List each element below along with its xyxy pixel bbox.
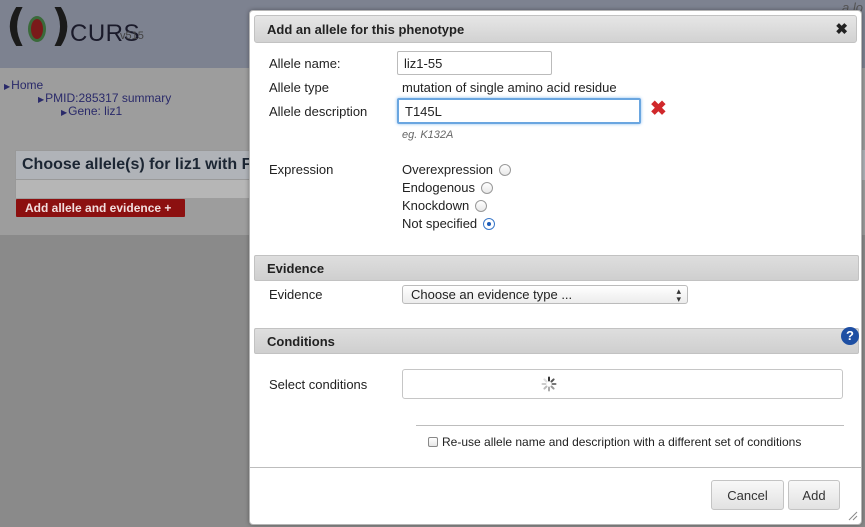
add-allele-evidence-button[interactable]: Add allele and evidence + [16,199,185,217]
expression-option-endogenous[interactable]: Endogenous [402,180,494,195]
breadcrumb-home[interactable]: ▶Home [4,78,43,92]
add-button[interactable]: Add [788,480,840,510]
app-version: v515 [120,30,144,42]
select-conditions-label: Select conditions [269,377,368,392]
breadcrumb-arrow-icon: ▶ [61,108,68,117]
expression-option-label: Overexpression [402,162,494,177]
loading-spinner-icon [541,376,557,392]
conditions-divider [416,425,844,426]
reuse-allele-label[interactable]: Re-use allele name and description with … [442,435,801,449]
description-hint: eg. K132A [402,129,454,141]
footer-divider [250,467,861,468]
resize-grip-icon[interactable] [848,511,858,521]
allele-description-label: Allele description [269,104,368,119]
conditions-section-title: Conditions [267,334,335,349]
allele-description-input[interactable] [397,98,641,124]
select-updown-icon: ▴ ▾ [676,286,681,304]
expression-option-knockdown[interactable]: Knockdown [402,198,488,213]
cancel-button[interactable]: Cancel [711,480,784,510]
breadcrumb-arrow-icon: ▶ [38,95,45,104]
breadcrumb-pmid[interactable]: ▶PMID:285317 summary [38,91,171,105]
evidence-select-value: Choose an evidence type ... [411,287,573,302]
radio-unchecked-icon[interactable] [475,199,488,212]
close-icon[interactable]: ✖ [835,20,848,38]
expression-option-overexpression[interactable]: Overexpression [402,162,512,177]
reuse-allele-checkbox[interactable] [428,437,438,447]
radio-checked-icon[interactable] [483,217,496,230]
breadcrumb-home-label: Home [11,78,44,92]
choose-allele-strip [15,180,265,198]
logo-close-paren: ) [51,0,72,51]
evidence-section-header: Evidence [254,255,859,281]
allele-name-label: Allele name: [269,56,341,71]
dialog-titlebar[interactable]: Add an allele for this phenotype ✖ [254,15,857,43]
choose-allele-title: Choose allele(s) for liz1 with F [22,156,252,173]
radio-unchecked-icon[interactable] [481,181,494,194]
logo-open-paren: ( [6,0,27,51]
breadcrumb-gene[interactable]: ▶Gene: liz1 [61,104,122,118]
evidence-label: Evidence [269,287,323,302]
allele-type-label: Allele type [269,80,329,95]
breadcrumb-pmid-label: PMID:285317 summary [45,91,172,105]
add-allele-dialog: Add an allele for this phenotype ✖ Allel… [249,10,862,525]
allele-type-value: mutation of single amino acid residue [402,80,617,95]
choose-allele-panel: Choose allele(s) for liz1 with F [15,150,265,180]
expression-option-label: Endogenous [402,180,476,195]
dialog-title: Add an allele for this phenotype [267,22,465,37]
breadcrumb-gene-label: Gene: liz1 [68,104,123,118]
logo-mark-icon [28,16,46,42]
conditions-input[interactable] [402,369,843,399]
conditions-section-header: Conditions ? [254,327,859,354]
expression-option-label: Knockdown [402,198,470,213]
expression-label: Expression [269,162,334,177]
clear-description-icon[interactable]: ✖ [650,99,667,119]
evidence-section-title: Evidence [267,261,325,276]
breadcrumb-arrow-icon: ▶ [4,82,11,91]
expression-option-not-specified[interactable]: Not specified [402,216,496,231]
allele-name-input[interactable] [397,51,552,75]
help-icon[interactable]: ? [841,327,859,345]
expression-option-label: Not specified [402,216,478,231]
evidence-select[interactable]: Choose an evidence type ... ▴ ▾ [402,285,688,304]
radio-unchecked-icon[interactable] [499,163,512,176]
